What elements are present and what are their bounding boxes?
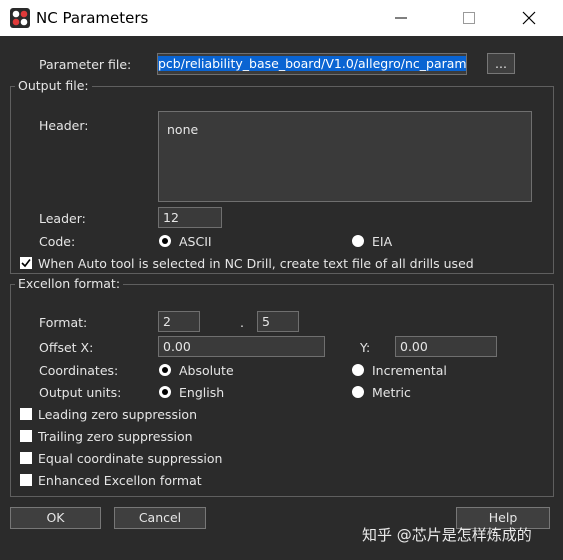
format-separator: . <box>240 315 244 330</box>
code-eia-label: EIA <box>372 234 393 249</box>
leader-input[interactable]: 12 <box>158 207 222 228</box>
units-metric-radio[interactable] <box>352 386 364 398</box>
enhanced-excellon-label: Enhanced Excellon format <box>38 473 202 488</box>
code-ascii-label: ASCII <box>179 234 212 249</box>
offset-x-input[interactable]: 0.00 <box>158 336 325 357</box>
header-textarea[interactable]: none <box>158 111 532 202</box>
offset-y-input[interactable]: 0.00 <box>395 336 497 357</box>
check-icon <box>21 259 31 268</box>
units-english-radio[interactable] <box>159 386 171 398</box>
maximize-icon <box>463 12 475 24</box>
minimize-button[interactable] <box>378 0 424 36</box>
minimize-icon <box>395 17 407 19</box>
window-title: NC Parameters <box>36 9 149 27</box>
coord-absolute-label: Absolute <box>179 363 234 378</box>
equal-coordinate-checkbox[interactable] <box>20 452 32 464</box>
code-eia-radio[interactable] <box>352 235 364 247</box>
close-icon <box>522 11 536 25</box>
format-label: Format: <box>39 315 88 330</box>
leading-zero-checkbox[interactable] <box>20 408 32 420</box>
enhanced-excellon-checkbox[interactable] <box>20 474 32 486</box>
app-icon <box>10 8 30 28</box>
code-ascii-radio[interactable] <box>159 235 171 247</box>
trailing-zero-checkbox[interactable] <box>20 430 32 442</box>
equal-coordinate-label: Equal coordinate suppression <box>38 451 223 466</box>
leading-zero-label: Leading zero suppression <box>38 407 197 422</box>
cancel-button[interactable]: Cancel <box>114 507 206 529</box>
parameter-file-input[interactable]: pcb/reliability_base_board/V1.0/allegro/… <box>157 53 467 75</box>
ok-button[interactable]: OK <box>10 507 101 529</box>
parameter-file-label: Parameter file: <box>39 57 132 72</box>
auto-tool-checkbox[interactable] <box>20 257 32 269</box>
watermark: 知乎 @芯片是怎样炼成的 <box>362 526 532 544</box>
units-metric-label: Metric <box>372 385 411 400</box>
leader-label: Leader: <box>39 211 86 226</box>
coord-incremental-radio[interactable] <box>352 364 364 376</box>
format-decimal-input[interactable]: 5 <box>257 311 299 332</box>
auto-tool-label: When Auto tool is selected in NC Drill, … <box>38 256 474 271</box>
coordinates-label: Coordinates: <box>39 363 119 378</box>
close-button[interactable] <box>506 0 552 36</box>
title-bar: NC Parameters <box>0 0 563 36</box>
header-label: Header: <box>39 118 89 133</box>
offset-x-label: Offset X: <box>39 340 94 355</box>
parameter-file-value: pcb/reliability_base_board/V1.0/allegro/… <box>158 56 466 71</box>
code-label: Code: <box>39 234 76 249</box>
trailing-zero-label: Trailing zero suppression <box>38 429 193 444</box>
output-units-label: Output units: <box>39 385 122 400</box>
coord-absolute-radio[interactable] <box>159 364 171 376</box>
output-file-group-title: Output file: <box>15 78 92 93</box>
browse-button[interactable]: ... <box>487 53 515 74</box>
format-integer-input[interactable]: 2 <box>158 311 200 332</box>
offset-y-label: Y: <box>360 340 371 355</box>
coord-incremental-label: Incremental <box>372 363 447 378</box>
maximize-button[interactable] <box>446 0 492 36</box>
header-value: none <box>167 122 199 137</box>
units-english-label: English <box>179 385 225 400</box>
excellon-format-group-title: Excellon format: <box>15 276 124 291</box>
